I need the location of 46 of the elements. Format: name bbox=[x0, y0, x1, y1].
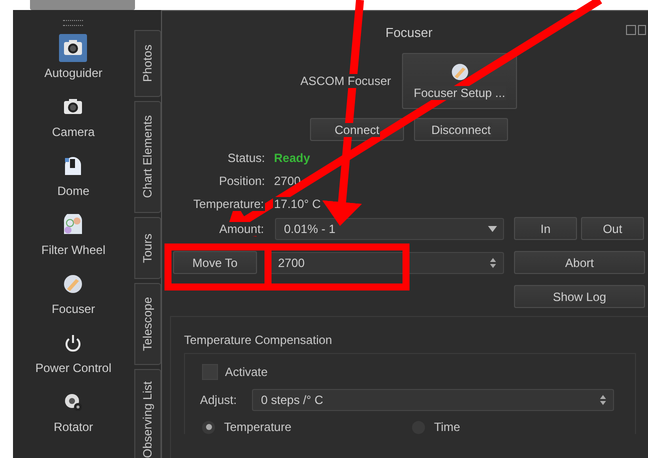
group-title: Temperature Compensation bbox=[184, 333, 332, 347]
side-tab[interactable]: Photos bbox=[134, 30, 161, 97]
sidebar-item[interactable]: Power Control bbox=[35, 361, 112, 375]
sidebar-item[interactable]: Filter Wheel bbox=[41, 243, 106, 257]
focuser-icon bbox=[62, 273, 84, 295]
device-label: ASCOM Focuser bbox=[299, 74, 392, 88]
sidebar-item[interactable]: Dome bbox=[57, 184, 90, 198]
adjust-label: Adjust: bbox=[200, 393, 238, 407]
out-button[interactable]: Out bbox=[581, 217, 644, 240]
radio-label: Temperature bbox=[224, 420, 292, 434]
status-value: Ready bbox=[274, 151, 310, 165]
radio-label: Time bbox=[434, 420, 460, 434]
side-tab[interactable]: Telescope bbox=[134, 283, 161, 365]
activate-label: Activate bbox=[225, 365, 268, 379]
amount-dropdown[interactable]: 0.01% - 1 bbox=[275, 218, 504, 240]
window-buttons-icon[interactable] bbox=[626, 25, 646, 36]
side-tab[interactable]: Chart Elements bbox=[134, 101, 161, 213]
status-label: Status: bbox=[226, 151, 265, 165]
disconnect-button[interactable]: Disconnect bbox=[414, 118, 508, 141]
filter-wheel-icon bbox=[62, 214, 84, 236]
temperature-value: 17.10° C bbox=[273, 197, 322, 211]
panel-title: Focuser bbox=[386, 25, 432, 42]
focuser-icon bbox=[450, 62, 470, 82]
position-spinbox[interactable]: 2700 bbox=[269, 252, 504, 274]
spin-arrows-icon[interactable] bbox=[599, 393, 607, 407]
in-button[interactable]: In bbox=[514, 217, 577, 240]
dropdown-arrow-icon[interactable] bbox=[488, 226, 497, 232]
radio-button[interactable] bbox=[202, 420, 215, 434]
adjust-spinbox[interactable]: 0 steps /° C bbox=[252, 389, 614, 411]
side-tab[interactable]: Observing List bbox=[134, 369, 161, 458]
sidebar-item[interactable]: Camera bbox=[52, 125, 95, 139]
rotator-icon bbox=[62, 391, 84, 413]
amount-label: Amount: bbox=[218, 222, 265, 236]
search-field[interactable] bbox=[30, 0, 135, 10]
drag-handle[interactable] bbox=[63, 20, 84, 26]
show-log-button[interactable]: Show Log bbox=[514, 285, 645, 308]
temperature-label: Temperature: bbox=[192, 197, 265, 211]
abort-button[interactable]: Abort bbox=[514, 251, 645, 274]
sidebar-item[interactable]: Focuser bbox=[52, 302, 96, 316]
sidebar-item[interactable]: Autoguider bbox=[44, 66, 102, 80]
move-to-button[interactable]: Move To bbox=[173, 251, 257, 274]
spin-arrows-icon[interactable] bbox=[489, 256, 497, 270]
side-tab[interactable]: Tours bbox=[134, 217, 161, 279]
sidebar-item[interactable]: Rotator bbox=[54, 420, 94, 434]
setup-button[interactable]: Focuser Setup ... bbox=[402, 53, 517, 109]
position-label: Position: bbox=[218, 174, 265, 188]
